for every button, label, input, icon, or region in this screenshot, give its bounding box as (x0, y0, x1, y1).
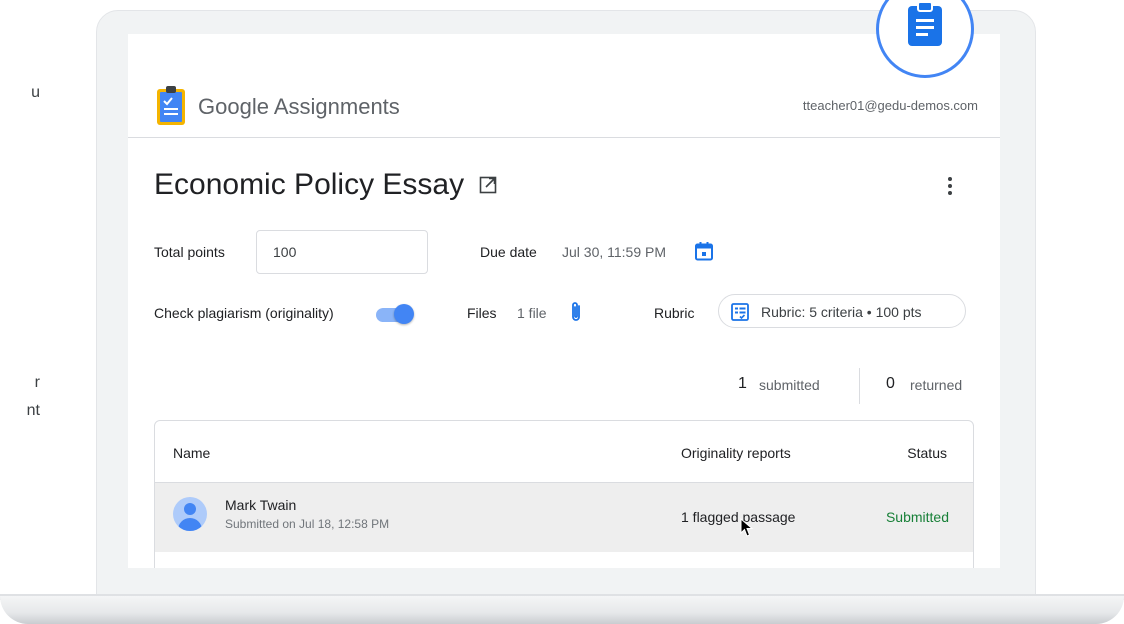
originality-report-link[interactable]: 1 flagged passage (681, 509, 795, 525)
due-date-value[interactable]: Jul 30, 11:59 PM (562, 244, 666, 260)
app-brand: Google Assignments (198, 94, 400, 120)
status-badge: Submitted (885, 509, 949, 525)
submitted-count: 1 (738, 375, 747, 392)
counts-divider (859, 368, 860, 404)
rubric-label: Rubric (654, 305, 695, 321)
due-date-label: Due date (480, 244, 537, 260)
calendar-icon[interactable] (694, 241, 714, 261)
total-points-input[interactable]: 100 (256, 230, 428, 274)
submissions-table: Name Originality reports Status Mark Twa… (154, 420, 974, 568)
background-text-fragment: r (34, 374, 40, 391)
submission-time: Submitted on Jul 18, 12:58 PM (225, 517, 390, 531)
rubric-icon (731, 303, 749, 321)
laptop-base (0, 596, 1124, 624)
stage: u r nt Google Assignments tteacher01@ged… (0, 0, 1124, 624)
background-text-fragment: u (31, 84, 40, 101)
table-row[interactable]: Mark Twain Submitted on Jul 18, 12:58 PM… (155, 482, 973, 552)
open-in-new-icon[interactable] (478, 175, 498, 195)
returned-label: returned (910, 377, 963, 393)
plagiarism-toggle[interactable] (376, 304, 416, 324)
returned-count: 0 (886, 375, 895, 392)
student-name: Mark Twain (225, 497, 297, 513)
paperclip-icon[interactable] (568, 300, 584, 324)
assignment-title: Economic Policy Essay (154, 168, 465, 201)
background-text-fragment: nt (26, 402, 40, 419)
plagiarism-label: Check plagiarism (originality) (154, 305, 334, 321)
clipboard-badge-icon (908, 1, 942, 46)
brand-product: Assignments (273, 94, 400, 119)
avatar-shoulders (178, 518, 202, 531)
column-header-originality[interactable]: Originality reports (681, 445, 791, 461)
rubric-chip-label: Rubric: 5 criteria • 100 pts (761, 304, 922, 320)
toggle-knob (394, 304, 414, 324)
total-points-label: Total points (154, 244, 225, 260)
submitted-label: submitted (759, 377, 820, 393)
app-header: Google Assignments tteacher01@gedu-demos… (128, 74, 1000, 138)
rubric-chip[interactable]: Rubric: 5 criteria • 100 pts (718, 294, 966, 328)
avatar-icon (173, 497, 207, 531)
more-vert-icon[interactable] (940, 174, 960, 198)
assignments-logo-icon (157, 86, 185, 125)
files-value[interactable]: 1 file (517, 305, 547, 321)
account-email[interactable]: tteacher01@gedu-demos.com (803, 98, 978, 113)
avatar-head (184, 503, 196, 515)
brand-google: Google (198, 94, 274, 119)
cursor-arrow-icon (740, 518, 754, 537)
files-label: Files (467, 305, 497, 321)
column-header-status[interactable]: Status (907, 445, 947, 461)
column-header-name[interactable]: Name (173, 445, 210, 461)
app-screen: Google Assignments tteacher01@gedu-demos… (128, 34, 1000, 568)
